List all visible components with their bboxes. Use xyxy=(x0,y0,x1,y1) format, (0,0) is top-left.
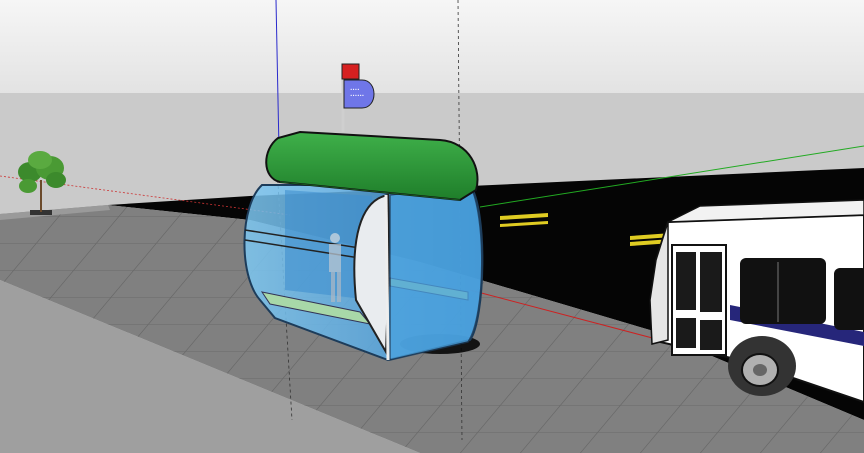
sign-text-line1: •••• xyxy=(350,87,359,92)
model-viewport[interactable]: •••• •••••• xyxy=(0,0,864,453)
bus-window xyxy=(834,268,864,330)
sign-text-line2: •••••• xyxy=(350,93,364,98)
flag xyxy=(341,63,360,80)
bus-wheel xyxy=(728,336,796,396)
bus-door xyxy=(671,244,727,356)
sky xyxy=(0,0,864,93)
bus-window xyxy=(740,258,826,324)
